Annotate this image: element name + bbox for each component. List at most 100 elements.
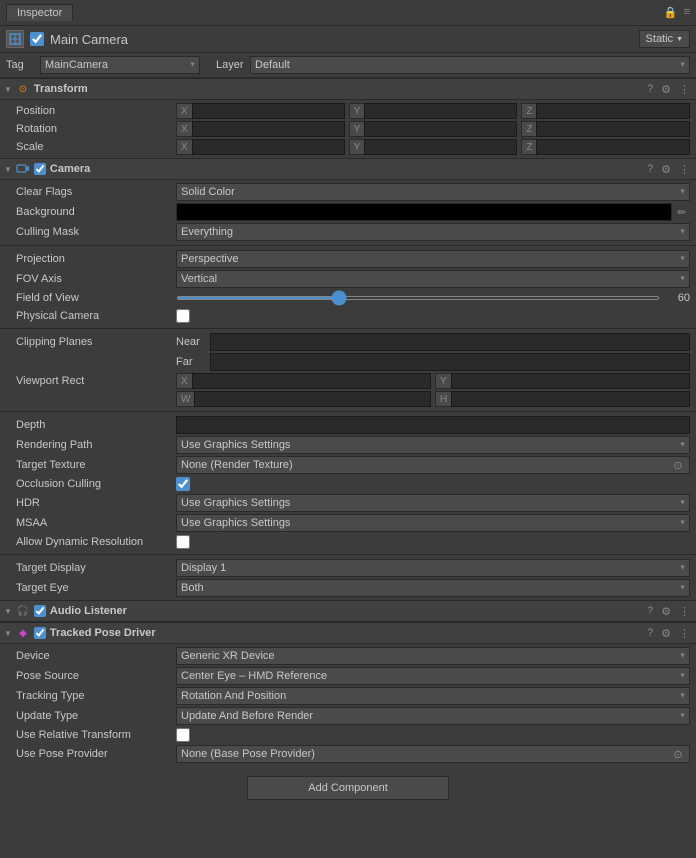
viewport-x-field: X 0 <box>176 373 431 389</box>
projection-select[interactable]: Perspective <box>176 250 690 268</box>
target-display-select[interactable]: Display 1 <box>176 559 690 577</box>
scale-z-label: Z <box>521 139 536 155</box>
msaa-select[interactable]: Use Graphics Settings <box>176 514 690 532</box>
title-bar-icons: 🔒 ≡ <box>664 6 690 19</box>
msaa-select-wrapper: Use Graphics Settings <box>176 514 690 532</box>
scale-z-input[interactable]: 1 <box>536 139 690 155</box>
tag-select[interactable]: MainCamera <box>40 56 200 74</box>
use-pose-provider-picker-btn[interactable]: ⊙ <box>671 747 685 761</box>
camera-arrow[interactable]: ▼ <box>4 165 12 174</box>
static-button[interactable]: Static ▼ <box>639 30 690 48</box>
allow-dynamic-resolution-row: Allow Dynamic Resolution <box>0 533 696 551</box>
background-color-picker-btn[interactable]: ✏ <box>674 204 690 220</box>
rotation-z-input[interactable]: 0 <box>536 121 690 137</box>
rotation-x-field: X 0 <box>176 121 345 137</box>
camera-help-btn[interactable]: ? <box>645 163 655 176</box>
use-pose-provider-field[interactable]: None (Base Pose Provider) ⊙ <box>176 745 690 763</box>
tracking-type-select[interactable]: Rotation And Position <box>176 687 690 705</box>
scale-value: X 1 Y 1 Z 1 <box>176 139 690 155</box>
transform-help-btn[interactable]: ? <box>645 83 655 96</box>
device-select[interactable]: Generic XR Device <box>176 647 690 665</box>
viewport-w-field: W 1 <box>176 391 431 407</box>
use-relative-transform-checkbox[interactable] <box>176 728 190 742</box>
clipping-far-input[interactable]: 1000 <box>210 353 690 371</box>
transform-menu-btn[interactable]: ⋮ <box>677 83 692 96</box>
add-component-button[interactable]: Add Component <box>247 776 449 800</box>
viewport-wh-row: W 1 H 1 <box>0 390 696 408</box>
viewport-y-label: Y <box>435 373 451 389</box>
hdr-select[interactable]: Use Graphics Settings <box>176 494 690 512</box>
scale-x-input[interactable]: 1 <box>192 139 345 155</box>
background-color-field[interactable] <box>176 203 672 221</box>
target-texture-picker-btn[interactable]: ⊙ <box>671 458 685 472</box>
target-eye-select[interactable]: Both <box>176 579 690 597</box>
target-texture-field[interactable]: None (Render Texture) ⊙ <box>176 456 690 474</box>
clipping-far-label: Far <box>176 356 206 368</box>
tracked-pose-enabled-checkbox[interactable] <box>34 627 46 639</box>
layer-label: Layer <box>216 59 244 71</box>
camera-enabled-checkbox[interactable] <box>34 163 46 175</box>
scale-y-input[interactable]: 1 <box>364 139 517 155</box>
culling-mask-select-wrapper: Everything <box>176 223 690 241</box>
rendering-path-select[interactable]: Use Graphics Settings <box>176 436 690 454</box>
fov-slider[interactable] <box>176 296 660 300</box>
fov-axis-select[interactable]: Vertical <box>176 270 690 288</box>
object-enabled-checkbox[interactable] <box>30 32 44 46</box>
allow-dynamic-resolution-checkbox[interactable] <box>176 535 190 549</box>
audio-listener-enabled-checkbox[interactable] <box>34 605 46 617</box>
audio-settings-btn[interactable]: ⚙ <box>659 605 673 618</box>
camera-title: Camera <box>50 163 641 175</box>
target-eye-row: Target Eye Both <box>0 578 696 598</box>
rotation-y-input[interactable]: 0 <box>364 121 517 137</box>
update-type-select-wrapper: Update And Before Render <box>176 707 690 725</box>
msaa-row: MSAA Use Graphics Settings <box>0 513 696 533</box>
clipping-planes-label: Clipping Planes <box>16 336 176 348</box>
device-row: Device Generic XR Device <box>0 646 696 666</box>
audio-help-btn[interactable]: ? <box>645 605 655 618</box>
update-type-select[interactable]: Update And Before Render <box>176 707 690 725</box>
depth-input[interactable]: -1 <box>176 416 690 434</box>
position-y-input[interactable]: 0 <box>364 103 517 119</box>
culling-mask-select[interactable]: Everything <box>176 223 690 241</box>
rotation-x-input[interactable]: 0 <box>192 121 345 137</box>
layer-select[interactable]: Default <box>250 56 690 74</box>
occlusion-culling-row: Occlusion Culling <box>0 475 696 493</box>
camera-settings-btn[interactable]: ⚙ <box>659 163 673 176</box>
clipping-near-input[interactable]: 0.3 <box>210 333 690 351</box>
tracked-pose-icon: ◆ <box>16 626 30 640</box>
allow-dynamic-resolution-value <box>176 535 690 549</box>
clear-flags-select[interactable]: Solid Color <box>176 183 690 201</box>
clear-flags-label: Clear Flags <box>16 186 176 198</box>
tracked-pose-settings-btn[interactable]: ⚙ <box>659 627 673 640</box>
camera-menu-btn[interactable]: ⋮ <box>677 163 692 176</box>
clipping-far-value: Far 1000 <box>176 353 690 371</box>
viewport-w-input[interactable]: 1 <box>194 391 431 407</box>
use-relative-transform-row: Use Relative Transform <box>0 726 696 744</box>
audio-menu-btn[interactable]: ⋮ <box>677 605 692 618</box>
tracked-pose-help-btn[interactable]: ? <box>645 627 655 640</box>
clipping-planes-row: Clipping Planes Near 0.3 <box>0 332 696 352</box>
transform-arrow[interactable]: ▼ <box>4 85 12 94</box>
occlusion-culling-checkbox[interactable] <box>176 477 190 491</box>
pose-source-select[interactable]: Center Eye – HMD Reference <box>176 667 690 685</box>
title-bar: Inspector 🔒 ≡ <box>0 0 696 26</box>
transform-settings-btn[interactable]: ⚙ <box>659 83 673 96</box>
position-z-input[interactable]: 0 <box>536 103 690 119</box>
viewport-y-input[interactable]: 0 <box>451 373 690 389</box>
physical-camera-checkbox[interactable] <box>176 309 190 323</box>
update-type-row: Update Type Update And Before Render <box>0 706 696 726</box>
inspector-tab[interactable]: Inspector <box>6 4 73 21</box>
rendering-path-row: Rendering Path Use Graphics Settings <box>0 435 696 455</box>
tracked-pose-menu-btn[interactable]: ⋮ <box>677 627 692 640</box>
viewport-h-input[interactable]: 1 <box>451 391 690 407</box>
projection-row: Projection Perspective <box>0 249 696 269</box>
lock-icon[interactable]: 🔒 <box>664 6 678 19</box>
tracked-pose-arrow[interactable]: ▼ <box>4 629 12 638</box>
tag-layer-row: Tag MainCamera Layer Default <box>0 53 696 78</box>
position-x-input[interactable]: 0 <box>192 103 345 119</box>
audio-arrow[interactable]: ▼ <box>4 607 12 616</box>
menu-icon[interactable]: ≡ <box>684 6 690 19</box>
position-xyz: X 0 Y 0 Z 0 <box>176 103 690 119</box>
viewport-x-input[interactable]: 0 <box>192 373 431 389</box>
scale-x-field: X 1 <box>176 139 345 155</box>
